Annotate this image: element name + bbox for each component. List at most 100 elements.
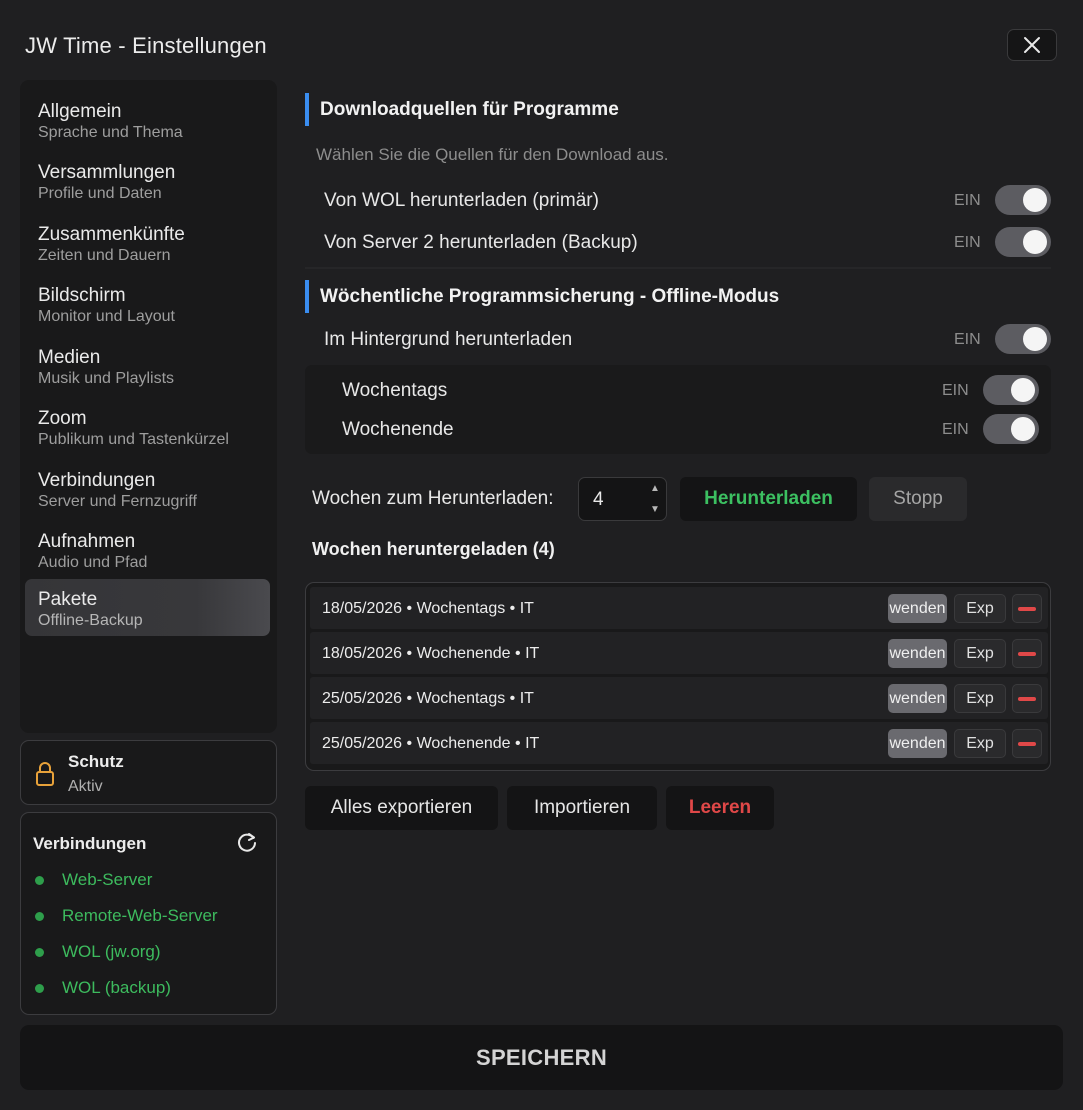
- weeks-to-download-label: Wochen zum Herunterladen:: [312, 488, 554, 509]
- connection-item: Web-Server: [35, 870, 152, 890]
- weekdays-label: Wochentags: [342, 380, 448, 401]
- source-wol-toggle[interactable]: [995, 185, 1051, 215]
- weekend-label: Wochenende: [342, 419, 454, 440]
- status-dot: [35, 875, 44, 885]
- minus-icon: [1018, 696, 1036, 701]
- sidebar-item-title: Verbindungen: [38, 470, 156, 491]
- downloaded-weeks-list: 18/05/2026 • Wochentags • IT wenden Exp …: [305, 582, 1051, 771]
- sidebar-item-subtitle: Musik und Playlists: [38, 370, 175, 387]
- sidebar-item-subtitle: Profile und Daten: [38, 185, 162, 202]
- sidebar-item-subtitle: Offline-Backup: [38, 612, 143, 629]
- weeks-input[interactable]: [593, 489, 643, 511]
- list-item: 18/05/2026 • Wochenende • IT wenden Exp: [310, 632, 1048, 674]
- week-label: 18/05/2026 • Wochentags • IT: [322, 600, 534, 617]
- minus-icon: [1018, 606, 1036, 611]
- toggle-state-label: EIN: [942, 421, 969, 438]
- week-label: 25/05/2026 • Wochenende • IT: [322, 735, 540, 752]
- sidebar-item-allgemein[interactable]: Allgemein Sprache und Thema: [25, 92, 270, 149]
- sidebar-item-medien[interactable]: Medien Musik und Playlists: [25, 338, 270, 395]
- sidebar-item-title: Versammlungen: [38, 162, 176, 183]
- toggle-knob: [1023, 327, 1047, 351]
- use-button[interactable]: wenden: [888, 684, 947, 713]
- connection-label: Web-Server: [62, 870, 153, 889]
- use-button[interactable]: wenden: [888, 639, 947, 668]
- background-download-toggle[interactable]: [995, 324, 1051, 354]
- delete-button[interactable]: [1012, 594, 1042, 623]
- minus-icon: [1018, 651, 1036, 656]
- week-label: 18/05/2026 • Wochenende • IT: [322, 645, 540, 662]
- sidebar-item-title: Zoom: [38, 408, 87, 429]
- toggle-state-label: EIN: [954, 234, 981, 251]
- sidebar-item-zoom[interactable]: Zoom Publikum und Tastenkürzel: [25, 399, 270, 456]
- source-server2-toggle[interactable]: [995, 227, 1051, 257]
- list-item: 18/05/2026 • Wochentags • IT wenden Exp: [310, 587, 1048, 629]
- close-icon: [1024, 37, 1040, 53]
- spin-up-icon[interactable]: ▲: [649, 484, 661, 494]
- download-button[interactable]: Herunterladen: [680, 477, 857, 521]
- status-dot: [35, 947, 44, 957]
- sidebar-item-title: Aufnahmen: [38, 531, 136, 552]
- connections-panel: Verbindungen Web-Server Remote-Web-Serve…: [20, 812, 277, 1015]
- import-button[interactable]: Importieren: [507, 786, 657, 830]
- export-button[interactable]: Exp: [954, 594, 1006, 623]
- weekly-heading: Wöchentliche Programmsicherung - Offline…: [305, 280, 1051, 313]
- toggle-state-label: EIN: [954, 192, 981, 209]
- sidebar-item-subtitle: Audio und Pfad: [38, 554, 148, 571]
- sidebar-item-aufnahmen[interactable]: Aufnahmen Audio und Pfad: [25, 522, 270, 579]
- delete-button[interactable]: [1012, 729, 1042, 758]
- weeks-spinbox[interactable]: ▲ ▼: [578, 477, 667, 521]
- protection-status[interactable]: Schutz Aktiv: [20, 740, 277, 805]
- toggle-knob: [1023, 188, 1047, 212]
- sidebar-item-title: Zusammenkünfte: [38, 224, 185, 245]
- delete-button[interactable]: [1012, 684, 1042, 713]
- section-divider: [305, 267, 1051, 269]
- sidebar-item-subtitle: Publikum und Tastenkürzel: [38, 431, 229, 448]
- stop-button[interactable]: Stopp: [869, 477, 967, 521]
- close-button[interactable]: [1007, 29, 1057, 61]
- sidebar-item-verbindungen[interactable]: Verbindungen Server und Fernzugriff: [25, 461, 270, 518]
- minus-icon: [1018, 741, 1036, 746]
- downloaded-weeks-title: Wochen heruntergeladen (4): [312, 539, 555, 559]
- use-button[interactable]: wenden: [888, 594, 947, 623]
- weekend-toggle[interactable]: [983, 414, 1039, 444]
- delete-button[interactable]: [1012, 639, 1042, 668]
- status-dot: [35, 983, 44, 993]
- connection-label: WOL (jw.org): [62, 942, 161, 961]
- source-server2-label: Von Server 2 herunterladen (Backup): [324, 232, 638, 253]
- toggle-knob: [1011, 417, 1035, 441]
- status-dot: [35, 911, 44, 921]
- export-all-button[interactable]: Alles exportieren: [305, 786, 498, 830]
- sources-hint: Wählen Sie die Quellen für den Download …: [316, 145, 669, 164]
- sidebar-item-zusammenkuenfte[interactable]: Zusammenkünfte Zeiten und Dauern: [25, 215, 270, 272]
- toggle-state-label: EIN: [954, 331, 981, 348]
- weekdays-toggle[interactable]: [983, 375, 1039, 405]
- sidebar-item-subtitle: Server und Fernzugriff: [38, 493, 197, 510]
- export-button[interactable]: Exp: [954, 729, 1006, 758]
- sidebar-item-subtitle: Monitor und Layout: [38, 308, 175, 325]
- connections-title: Verbindungen: [33, 834, 147, 853]
- protection-title: Schutz: [68, 752, 124, 771]
- clear-button[interactable]: Leeren: [666, 786, 774, 830]
- lock-icon: [36, 762, 54, 786]
- connection-label: WOL (backup): [62, 978, 171, 997]
- use-button[interactable]: wenden: [888, 729, 947, 758]
- export-button[interactable]: Exp: [954, 639, 1006, 668]
- list-item: 25/05/2026 • Wochentags • IT wenden Exp: [310, 677, 1048, 719]
- spin-down-icon[interactable]: ▼: [649, 505, 661, 515]
- source-wol-label: Von WOL herunterladen (primär): [324, 190, 599, 211]
- export-button[interactable]: Exp: [954, 684, 1006, 713]
- sidebar-item-title: Medien: [38, 347, 101, 368]
- sidebar-item-title: Pakete: [38, 589, 98, 610]
- sidebar-item-subtitle: Sprache und Thema: [38, 124, 183, 141]
- save-button[interactable]: SPEICHERN: [20, 1025, 1063, 1090]
- sidebar-item-pakete[interactable]: Pakete Offline-Backup: [25, 579, 270, 636]
- sidebar-item-bildschirm[interactable]: Bildschirm Monitor und Layout: [25, 276, 270, 333]
- connection-item: WOL (jw.org): [35, 942, 161, 962]
- toggle-state-label: EIN: [942, 382, 969, 399]
- protection-status-text: Aktiv: [68, 778, 103, 795]
- connection-item: Remote-Web-Server: [35, 906, 218, 926]
- sidebar-item-title: Allgemein: [38, 101, 122, 122]
- list-item: 25/05/2026 • Wochenende • IT wenden Exp: [310, 722, 1048, 764]
- refresh-icon[interactable]: [236, 831, 258, 853]
- sidebar-item-versammlungen[interactable]: Versammlungen Profile und Daten: [25, 153, 270, 210]
